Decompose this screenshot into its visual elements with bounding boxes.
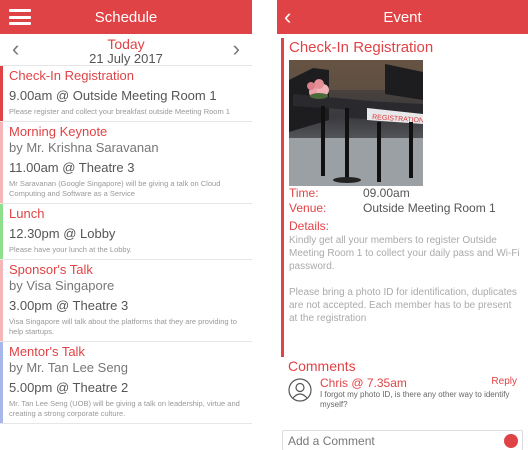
event-header: ‹ Event bbox=[277, 0, 528, 34]
event-title: Lunch bbox=[9, 206, 45, 221]
event-color-bar bbox=[0, 342, 3, 423]
reply-button[interactable]: Reply bbox=[491, 376, 517, 387]
event-speaker: by Mr. Tan Lee Seng bbox=[9, 360, 129, 375]
event-time: 3.00pm @ Theatre 3 bbox=[9, 298, 129, 313]
chevron-right-icon[interactable]: › bbox=[233, 38, 240, 60]
event-description: Please have your lunch at the Lobby. bbox=[9, 245, 132, 254]
event-detail-title: Check-In Registration bbox=[289, 39, 434, 56]
comment-author: Chris @ 7.35am bbox=[320, 376, 407, 390]
schedule-screen: Schedule ‹ Today 21 July 2017 › Check-In… bbox=[0, 0, 252, 450]
event-color-bar bbox=[281, 38, 284, 357]
chevron-left-icon[interactable]: ‹ bbox=[12, 38, 19, 60]
event-list: Check-In Registration 9.00am @ Outside M… bbox=[0, 66, 252, 450]
comment-text: I forgot my photo ID, is there any other… bbox=[320, 390, 510, 409]
event-color-bar bbox=[0, 260, 3, 341]
event-time: 9.00am @ Outside Meeting Room 1 bbox=[9, 88, 217, 103]
time-value: 09.00am bbox=[363, 186, 410, 200]
comments-section: Comments Chris @ 7.35am Reply I forgot m… bbox=[288, 358, 520, 410]
event-item-check-in[interactable]: Check-In Registration 9.00am @ Outside M… bbox=[0, 66, 252, 122]
event-venue-row: Venue: Outside Meeting Room 1 bbox=[289, 201, 522, 216]
event-speaker: by Visa Singapore bbox=[9, 278, 115, 293]
event-title: Morning Keynote bbox=[9, 124, 108, 139]
details-paragraph: Kindly get all your members to register … bbox=[289, 235, 520, 272]
registration-photo-illustration: REGISTRATION bbox=[289, 60, 423, 186]
venue-value: Outside Meeting Room 1 bbox=[363, 201, 496, 215]
user-avatar-icon bbox=[288, 378, 312, 402]
event-color-bar bbox=[0, 122, 3, 203]
add-comment-bar bbox=[282, 430, 523, 450]
event-time: 5.00pm @ Theatre 2 bbox=[9, 380, 129, 395]
schedule-header: Schedule bbox=[0, 0, 252, 34]
hamburger-menu-icon[interactable] bbox=[9, 9, 31, 25]
event-color-bar bbox=[0, 66, 3, 121]
event-title: Check-In Registration bbox=[9, 68, 134, 83]
details-label: Details: bbox=[289, 219, 330, 233]
event-time: 11.00am @ Theatre 3 bbox=[9, 160, 135, 175]
add-comment-input[interactable] bbox=[283, 431, 483, 450]
comments-heading: Comments bbox=[288, 358, 356, 374]
today-label: Today bbox=[107, 36, 145, 52]
event-time-row: Time: 09.00am bbox=[289, 186, 522, 201]
time-label: Time: bbox=[289, 186, 319, 200]
event-item-lunch[interactable]: Lunch 12.30pm @ Lobby Please have your l… bbox=[0, 204, 252, 260]
event-detail-card: Check-In Registration REGISTRATION Time:… bbox=[281, 34, 522, 357]
event-item-mentors-talk[interactable]: Mentor's Talk by Mr. Tan Lee Seng 5.00pm… bbox=[0, 342, 252, 424]
current-date: 21 July 2017 bbox=[89, 51, 163, 66]
comment-item: Chris @ 7.35am Reply I forgot my photo I… bbox=[288, 376, 520, 410]
details-paragraph: Please bring a photo ID for identificati… bbox=[289, 287, 517, 324]
event-screen: ‹ Event Check-In Registration REGISTRATI… bbox=[277, 0, 528, 450]
event-item-sponsors-talk[interactable]: Sponsor's Talk by Visa Singapore 3.00pm … bbox=[0, 260, 252, 342]
registration-photo: REGISTRATION bbox=[289, 60, 423, 186]
date-navigator: ‹ Today 21 July 2017 › bbox=[0, 34, 252, 66]
event-description: Mr Saravanan (Google Singapore) will be … bbox=[9, 179, 221, 198]
chevron-left-icon[interactable]: ‹ bbox=[284, 5, 304, 29]
event-description: Please register and collect your breakfa… bbox=[9, 107, 230, 116]
event-item-morning-keynote[interactable]: Morning Keynote by Mr. Krishna Saravanan… bbox=[0, 122, 252, 204]
event-title: Mentor's Talk bbox=[9, 344, 85, 359]
event-color-bar bbox=[0, 204, 3, 259]
event-speaker: by Mr. Krishna Saravanan bbox=[9, 140, 159, 155]
event-description: Visa Singapore will talk about the platf… bbox=[9, 317, 237, 336]
send-dot-icon[interactable] bbox=[504, 434, 518, 448]
event-time: 12.30pm @ Lobby bbox=[9, 226, 116, 241]
event-description: Mr. Tan Lee Seng (UOB) will be giving a … bbox=[9, 399, 240, 418]
event-title: Sponsor's Talk bbox=[9, 262, 93, 277]
details-text: Kindly get all your members to register … bbox=[289, 234, 522, 325]
venue-label: Venue: bbox=[289, 201, 327, 215]
event-header-title: Event bbox=[383, 8, 422, 26]
schedule-title: Schedule bbox=[94, 8, 158, 26]
